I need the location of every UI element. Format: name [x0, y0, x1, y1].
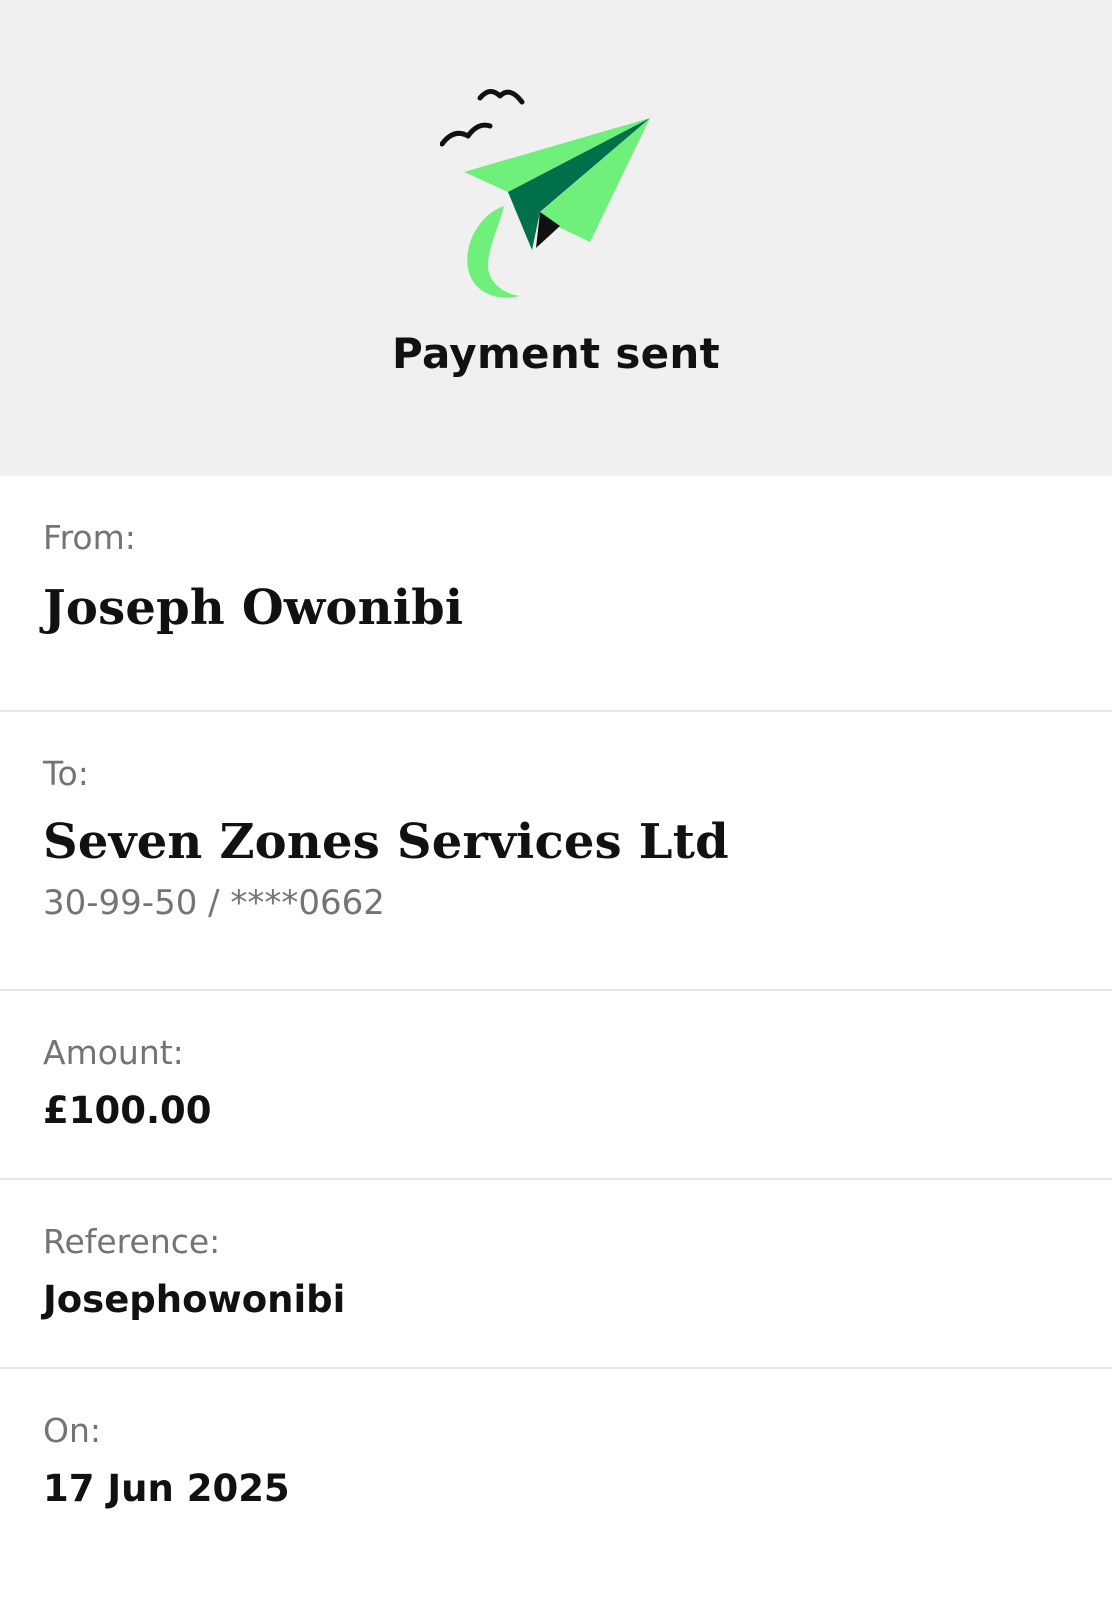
bird-icon: [477, 89, 525, 105]
page-title: Payment sent: [392, 329, 720, 378]
date-section: On: 17 Jun 2025: [0, 1369, 1112, 1600]
amount-value: £100.00: [43, 1089, 212, 1132]
amount-label: Amount:: [43, 1033, 184, 1072]
bird-icon: [440, 122, 493, 147]
payment-sent-header: Payment sent: [0, 0, 1112, 476]
date-label: On:: [43, 1411, 102, 1450]
to-section: To: Seven Zones Services Ltd 30-99-50 / …: [0, 712, 1112, 991]
reference-value: Josephowonibi: [43, 1278, 346, 1321]
to-account-details: 30-99-50 / ****0662: [43, 883, 385, 923]
from-name: Joseph Owonibi: [43, 580, 464, 636]
reference-label: Reference:: [43, 1222, 221, 1261]
payment-confirmation-screen: Payment sent From: Joseph Owonibi To: Se…: [0, 0, 1112, 1600]
paper-plane-with-birds-icon: [440, 89, 650, 298]
to-name: Seven Zones Services Ltd: [43, 814, 729, 870]
to-label: To:: [43, 754, 89, 793]
reference-section: Reference: Josephowonibi: [0, 1180, 1112, 1369]
from-label: From:: [43, 518, 136, 557]
amount-section: Amount: £100.00: [0, 991, 1112, 1180]
from-section: From: Joseph Owonibi: [0, 476, 1112, 712]
swoosh-trail: [467, 206, 520, 298]
date-value: 17 Jun 2025: [43, 1467, 290, 1510]
